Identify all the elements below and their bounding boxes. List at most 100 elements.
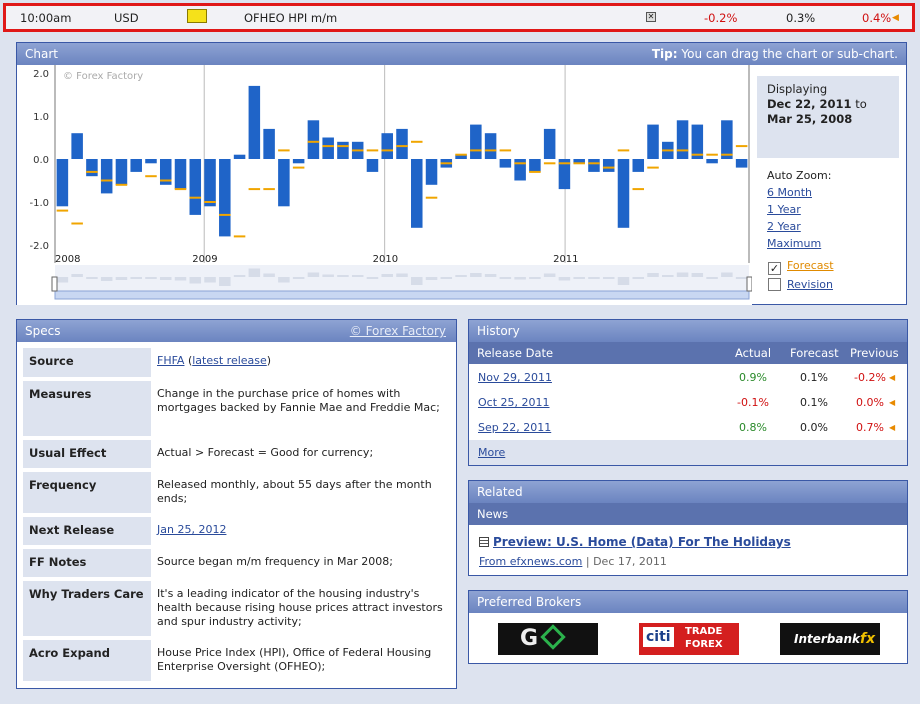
col-previous: Previous [850,346,899,360]
close-detail-icon[interactable]: ✕ [646,12,656,22]
bar [396,128,408,159]
history-more-link[interactable]: More [478,446,505,459]
navigator-bar [115,277,128,280]
col-actual: Actual [735,346,772,360]
news-label: News [477,507,509,521]
history-forecast: 0.1% [800,371,828,384]
revision-toggle[interactable]: Revision [768,278,833,291]
plot-area [55,65,749,263]
navigator-bar [691,273,704,277]
go-broker-logo[interactable]: G [498,623,598,655]
specs-header: Specs © Forex Factory [17,320,456,342]
navigator-bar [470,273,482,277]
navigator-bar [706,277,718,279]
bar [233,154,246,159]
history-actual: 0.8% [739,421,767,434]
navigator-bar [558,277,571,281]
fhfa-link[interactable]: FHFA [157,354,184,367]
specs-credit-link[interactable]: © Forex Factory [350,320,446,342]
navigator-bar [455,275,467,277]
navigator-bar [514,277,526,280]
forecast-label[interactable]: Forecast [787,259,834,272]
history-date-link[interactable]: Sep 22, 2011 [478,421,551,434]
latest-release-link[interactable]: latest release [192,354,267,367]
col-release-date: Release Date [477,346,554,360]
history-forecast: 0.0% [800,421,828,434]
history-actual: 0.9% [739,371,767,384]
revision-label[interactable]: Revision [787,278,833,291]
zoom-maximum[interactable]: Maximum [767,237,821,250]
navigator-bar [351,275,364,277]
spec-value: House Price Index (HPI), Office of Feder… [151,640,450,681]
navigator-bar [100,277,113,281]
spec-row-usual-effect: Usual Effect Actual > Forecast = Good fo… [23,440,450,468]
zoom-1-year[interactable]: 1 Year [767,203,801,216]
y-tick-label: 1.0 [33,112,49,123]
revision-checkbox[interactable] [768,278,781,291]
bar [632,159,645,172]
paren-close: ) [266,354,272,367]
spec-label: Next Release [23,517,151,545]
bar [292,159,305,164]
news-headline-link[interactable]: Preview: U.S. Home (Data) For The Holida… [493,535,791,549]
chart-header: Chart Tip: You can drag the chart or sub… [17,43,906,65]
spec-label: Frequency [23,472,151,513]
navigator-bar [174,277,187,281]
spec-value: Released monthly, about 55 days after th… [151,472,450,513]
go-logo-text: G [520,626,539,651]
navigator-bar [529,277,541,279]
spec-value: Actual > Forecast = Good for currency; [151,440,450,468]
navigator-bar [735,277,748,279]
forecast-checkbox[interactable]: ✓ [768,262,781,275]
citi-broker-logo[interactable]: citi TRADE FOREX [639,623,739,655]
spec-row-ff-notes: FF Notes Source began m/m frequency in M… [23,549,450,577]
event-title[interactable]: OFHEO HPI m/m [244,11,337,25]
bar [721,120,733,159]
forecast-toggle[interactable]: ✓ Forecast [768,259,834,275]
specs-panel: Specs © Forex Factory Source FHFA (lates… [16,319,457,689]
event-row[interactable]: 10:00am USD OFHEO HPI m/m ✕ -0.2% 0.3% 0… [3,3,915,32]
next-release-link[interactable]: Jan 25, 2012 [157,523,226,536]
auto-zoom-label: Auto Zoom: [767,169,832,182]
navigator-bar [307,272,320,277]
citi-trade-text: TRADE [685,626,723,637]
spec-value: Source began m/m frequency in Mar 2008; [151,549,450,577]
bar [145,159,157,164]
news-source-link[interactable]: From efxnews.com [479,555,582,568]
navigator-bar [56,277,69,283]
navigator-bar [204,277,216,283]
revised-arrow-icon: ◀ [892,13,899,23]
y-tick-label: -2.0 [29,241,49,252]
history-date-link[interactable]: Oct 25, 2011 [478,396,550,409]
displaying-box: Displaying Dec 22, 2011 to Mar 25, 2008 [757,76,899,158]
citi-forex-text: FOREX [685,639,723,650]
zoom-6-month[interactable]: 6 Month [767,186,812,199]
navigator-bar [86,277,98,279]
chart-panel: Chart Tip: You can drag the chart or sub… [16,42,907,305]
spec-row-source: Source FHFA (latest release) [23,348,450,377]
history-more-row: More [469,440,907,465]
zoom-2-year[interactable]: 2 Year [767,220,801,233]
event-forecast: 0.3% [786,11,816,25]
history-actual: -0.1% [737,396,769,409]
display-from: Dec 22, 2011 [767,97,852,111]
chart-tip-text: You can drag the chart or sub-chart. [677,47,898,61]
navigator-bar [543,273,556,277]
revised-arrow-icon: ◀ [889,373,896,382]
bar [514,159,526,181]
bar [499,159,512,168]
navigator-bar [411,277,423,285]
bar [543,128,556,159]
navigator-bar [248,268,261,277]
chart-area[interactable]: 2.0 1.0 0.0 -1.0 -2.0 2008 2009 2010 2011 © Forex… [17,65,752,305]
event-time: 10:00am [20,11,72,25]
navigator-bar [71,274,83,277]
spec-label: Usual Effect [23,440,151,468]
interbank-broker-logo[interactable]: Interbankfx [780,623,880,655]
bar [735,159,748,168]
impact-folder-icon [187,9,207,23]
navigator-left-handle [51,276,58,292]
auto-zoom: Auto Zoom: 6 Month 1 Year 2 Year Maximum [767,167,831,252]
history-date-link[interactable]: Nov 29, 2011 [478,371,552,384]
bar [322,137,334,159]
